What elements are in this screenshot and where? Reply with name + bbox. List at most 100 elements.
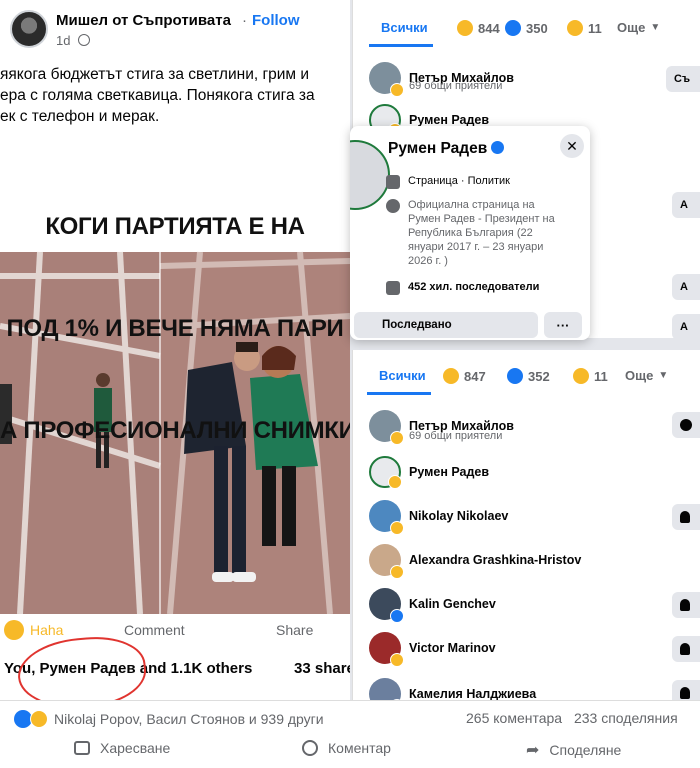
share-count[interactable]: 33 share [294,660,350,677]
shares-count[interactable]: 233 споделяния [574,710,678,726]
followers-row: 452 хил. последователи [386,280,539,295]
add-friend-label: А [680,199,688,211]
mutual-friends: 69 общи приятели [409,430,503,442]
add-friend-button[interactable] [672,592,700,618]
globe-icon [78,34,90,46]
verified-icon [491,141,505,154]
page-type: Страница · Политик [408,175,510,187]
tab-haha[interactable]: 844 [457,20,500,36]
page-name[interactable]: Румен Радев [388,140,505,158]
list-item[interactable]: Камелия Налджиева [369,678,536,700]
avatar[interactable] [369,456,402,489]
haha-badge-icon [390,431,404,445]
close-button[interactable]: ✕ [560,134,584,158]
haha-badge-icon [390,83,404,97]
comment-button[interactable]: Коментар [302,740,391,756]
comment-button[interactable]: Comment [124,622,185,638]
avatar[interactable] [369,678,404,700]
avatar[interactable] [369,588,404,623]
thumbs-up-icon [74,741,90,755]
tab-wow[interactable]: 11 [573,368,608,384]
message-button[interactable]: Съ [666,66,700,92]
page-description: Официална страница на Румен Радев - През… [408,199,555,267]
share-label: Споделяне [549,742,622,758]
follow-button[interactable]: Follow [252,12,300,29]
add-friend-button[interactable]: А [672,314,700,338]
person-name[interactable]: Alexandra Grashkina-Hristov [409,553,581,567]
person-name[interactable]: Румен Радев [409,465,489,479]
meme-caption-line-1: КОГИ ПАРТИЯТА Е НА [45,213,305,240]
list-item[interactable]: Victor Marinov [369,632,496,667]
avatar[interactable] [369,500,404,535]
list-item[interactable]: Kalin Genchev [369,588,496,623]
meme-caption-line-2: ПОД 1% И ВЕЧЕ НЯМА ПАРИ [6,315,344,342]
message-button-label: Съ [674,73,690,85]
screenshot-collage: Мишел от Съпротивата · Follow 1d яякога … [0,0,700,768]
tab-like[interactable]: 350 [505,20,548,36]
add-friend-button[interactable] [672,636,700,662]
add-friend-button[interactable]: А [672,192,700,218]
tab-all[interactable]: Всички [379,368,426,383]
profile-hovercard: Румен Радев ✕ Страница · Политик Официал… [350,126,590,340]
tab-underline [369,44,433,47]
engagement-counts: 265 коментара 233 споделяния [466,710,678,726]
person-name[interactable]: Камелия Налджиева [409,687,536,700]
add-friend-label: А [680,321,688,333]
reaction-button[interactable]: Haha [30,622,63,638]
add-friend-button[interactable]: А [672,274,700,300]
like-icon [505,20,521,36]
add-friend-icon [680,511,690,523]
share-button[interactable]: Share [276,622,313,638]
avatar[interactable] [369,62,404,97]
mutual-friends: 69 общи приятели [409,80,503,92]
chevron-down-icon: ▼ [658,370,669,381]
person-name[interactable]: Румен Радев [409,113,489,127]
like-badge-icon [390,609,404,623]
list-item[interactable]: Румен Радев [369,456,489,489]
following-button[interactable]: Последвано [354,312,538,338]
share-button[interactable]: ➦ Споделяне [526,740,621,760]
tab-haha[interactable]: 847 [443,368,486,384]
tab-wow[interactable]: 11 [567,20,602,36]
haha-badge-icon [388,475,402,489]
post-time[interactable]: 1d [56,33,70,48]
facebook-post: Мишел от Съпротивата · Follow 1d яякога … [0,0,350,710]
comments-count[interactable]: 265 коментара [466,710,562,726]
avatar[interactable] [369,410,404,445]
haha-badge-icon [390,565,404,579]
haha-icon [30,710,48,728]
info-icon [386,199,400,213]
share-icon: ➦ [526,742,540,759]
page-avatar[interactable] [350,140,390,210]
person-name[interactable]: Nikolay Nikolaev [409,509,508,523]
haha-badge-icon [390,653,404,667]
comment-icon [302,740,318,756]
reactions-summary[interactable]: Nikolaj Popov, Васил Стоянов и 939 други [14,710,324,728]
list-item[interactable]: Nikolay Nikolaev [369,500,508,535]
meme-caption-line-3: А ПРОФЕСИОНАЛНИ СНИМКИ [0,417,350,444]
tab-like[interactable]: 352 [507,368,550,384]
reactions-dialog-bottom: Всички 847 352 11 Още ▼ Петър Михайлов 69… [352,350,700,700]
haha-icon [457,20,473,36]
like-button[interactable]: Харесване [74,740,170,756]
message-button[interactable] [672,412,700,438]
avatar[interactable] [369,632,404,667]
like-label: Харесване [100,740,171,756]
like-count: 352 [528,368,550,384]
list-item[interactable]: Alexandra Grashkina-Hristov [369,544,581,579]
author-avatar[interactable] [10,10,48,48]
post-author[interactable]: Мишел от Съпротивата [56,12,231,29]
person-name[interactable]: Victor Marinov [409,641,496,655]
add-friend-button[interactable] [672,504,700,530]
tab-all[interactable]: Всички [381,20,428,35]
wow-count: 11 [588,20,602,36]
wow-icon [573,368,589,384]
wow-icon [567,20,583,36]
add-friend-button[interactable] [672,680,700,700]
avatar[interactable] [369,544,404,579]
followers-count: 452 хил. последователи [408,281,540,293]
person-name[interactable]: Kalin Genchev [409,597,496,611]
tab-more[interactable]: Още ▼ [617,20,660,35]
more-options-button[interactable]: ··· [544,312,582,338]
tab-more[interactable]: Още ▼ [625,368,668,383]
